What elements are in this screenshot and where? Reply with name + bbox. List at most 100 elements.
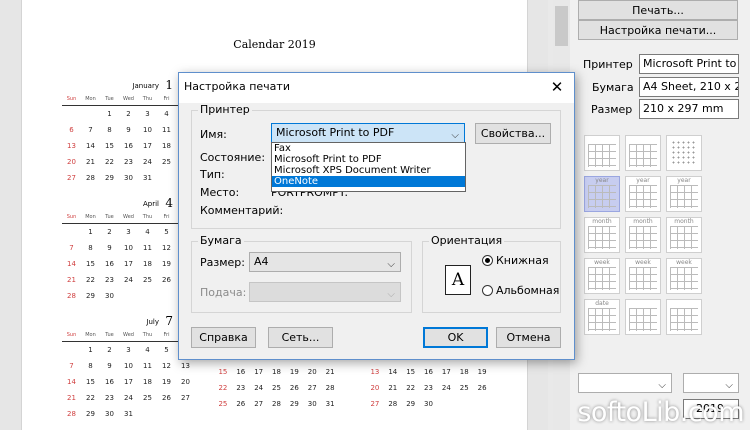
day-cell: 11	[143, 244, 152, 252]
day-cell: 17	[143, 142, 152, 150]
template-thumbnail[interactable]: date	[584, 299, 620, 335]
thumbnail-pattern	[670, 267, 698, 290]
day-cell: 12	[162, 244, 171, 252]
scrollbar-thumb[interactable]	[555, 6, 568, 46]
help-button[interactable]: Справка	[191, 327, 256, 348]
close-icon[interactable]: ✕	[548, 77, 566, 97]
day-cell: 17	[441, 368, 451, 376]
thumbnail-label: year	[595, 177, 609, 184]
day-cell	[81, 106, 100, 122]
day-cell: 21	[388, 384, 398, 392]
template-thumbnail[interactable]: year	[584, 176, 620, 212]
print-setup-button[interactable]: Настройка печати...	[578, 20, 738, 40]
font-combo[interactable]: ⌵	[578, 373, 672, 393]
weekday-label: Wed	[123, 214, 134, 220]
day-cell: 18	[143, 378, 152, 386]
thumbnail-pattern	[588, 267, 616, 290]
cancel-button[interactable]: Отмена	[496, 327, 561, 348]
day-cell: 13	[370, 368, 380, 376]
ok-button[interactable]: OK	[423, 327, 488, 348]
portrait-radio[interactable]	[482, 255, 493, 266]
weekday-header: SunMonTueWedThuFriSat	[62, 330, 195, 342]
day-cell: 25	[162, 158, 171, 166]
week-row: 6 7 8 9 10 11	[62, 122, 195, 138]
day-cell: 25	[218, 400, 228, 408]
week-row: 25 26 27 28 29 30 31	[214, 396, 339, 412]
weekday-label: Sun	[66, 332, 77, 338]
day-cell: 29	[406, 400, 416, 408]
template-thumbnail[interactable]: month	[666, 217, 702, 253]
template-thumbnail[interactable]: month	[625, 217, 661, 253]
day-cell: 10	[124, 244, 133, 252]
paper-size-combo[interactable]: A4 ⌵	[249, 252, 401, 272]
day-cell: 18	[143, 260, 152, 268]
template-thumbnail[interactable]: year	[625, 176, 661, 212]
day-cell: 11	[143, 362, 152, 370]
watermark-logo: softoLib.com	[577, 397, 744, 428]
print-button[interactable]: Печать...	[578, 0, 738, 20]
day-cell	[157, 170, 176, 186]
day-cell: 19	[289, 368, 299, 376]
thumbnail-label: week	[676, 259, 692, 266]
template-thumbnail[interactable]: year	[666, 176, 702, 212]
dialog-titlebar: Настройка печати ✕	[179, 73, 574, 103]
thumbnail-label: week	[594, 259, 610, 266]
day-cell: 5	[164, 228, 169, 236]
week-row: 21 22 23 24 25 26 27	[62, 390, 195, 406]
orientation-group-title: Ориентация	[429, 234, 505, 247]
month-number: 7	[165, 314, 173, 328]
day-cell: 28	[67, 410, 76, 418]
landscape-label: Альбомная	[496, 284, 560, 297]
weekday-label: Sun	[66, 214, 77, 220]
day-cell: 14	[86, 142, 95, 150]
printer-option-xps[interactable]: Microsoft XPS Document Writer	[272, 165, 465, 176]
day-cell: 3	[126, 228, 131, 236]
weekday-label: Wed	[123, 332, 134, 338]
printer-option-fax[interactable]: Fax	[272, 143, 465, 154]
properties-button[interactable]: Свойства...	[475, 123, 551, 144]
day-cell	[473, 396, 491, 412]
day-cell: 15	[86, 260, 95, 268]
week-row: 14 15 16 17 18 19 20	[62, 374, 195, 390]
chevron-down-icon: ⌵	[658, 380, 666, 391]
template-thumbnail[interactable]: week	[625, 258, 661, 294]
day-cell: 1	[88, 228, 93, 236]
printer-option-onenote[interactable]: OneNote	[272, 176, 465, 187]
month-name: July	[146, 318, 159, 326]
day-cell: 27	[181, 394, 190, 402]
template-thumbnail[interactable]	[666, 135, 702, 171]
template-thumbnail[interactable]	[584, 135, 620, 171]
week-row: 1 2 3 4 5	[62, 224, 195, 240]
template-thumbnail[interactable]: week	[666, 258, 702, 294]
day-cell: 18	[162, 142, 171, 150]
printer-option-pdf[interactable]: Microsoft Print to PDF	[272, 154, 465, 165]
weekday-label: Fri	[163, 332, 170, 338]
name-label: Имя:	[200, 128, 227, 141]
week-row: 28 29 30 31	[62, 406, 195, 422]
day-cell: 21	[86, 158, 95, 166]
network-button[interactable]: Сеть...	[268, 327, 333, 348]
format-combo[interactable]: ⌵	[683, 373, 739, 393]
type-label: Тип:	[200, 168, 225, 181]
printer-name-combo[interactable]: Microsoft Print to PDF ⌵	[271, 123, 465, 143]
template-thumbnail[interactable]	[666, 299, 702, 335]
template-thumbnail[interactable]: month	[584, 217, 620, 253]
week-row: 7 8 9 10 11 12	[62, 240, 195, 256]
day-cell: 7	[88, 126, 93, 134]
day-cell: 30	[307, 400, 317, 408]
day-cell: 23	[124, 158, 133, 166]
template-thumbnail[interactable]	[625, 299, 661, 335]
thumbnail-label: year	[636, 177, 650, 184]
day-cell: 17	[124, 378, 133, 386]
landscape-radio[interactable]	[482, 285, 493, 296]
template-thumbnail[interactable]: week	[584, 258, 620, 294]
week-row: 1 2 3 4	[62, 106, 195, 122]
day-cell	[62, 106, 81, 122]
day-cell: 27	[67, 174, 76, 182]
printer-group-title: Принтер	[198, 103, 252, 116]
day-cell: 21	[67, 276, 76, 284]
template-thumbnail[interactable]	[625, 135, 661, 171]
day-cell: 6	[69, 126, 74, 134]
day-cell: 17	[124, 260, 133, 268]
week-row: 15 16 17 18 19 20 21	[214, 364, 339, 380]
